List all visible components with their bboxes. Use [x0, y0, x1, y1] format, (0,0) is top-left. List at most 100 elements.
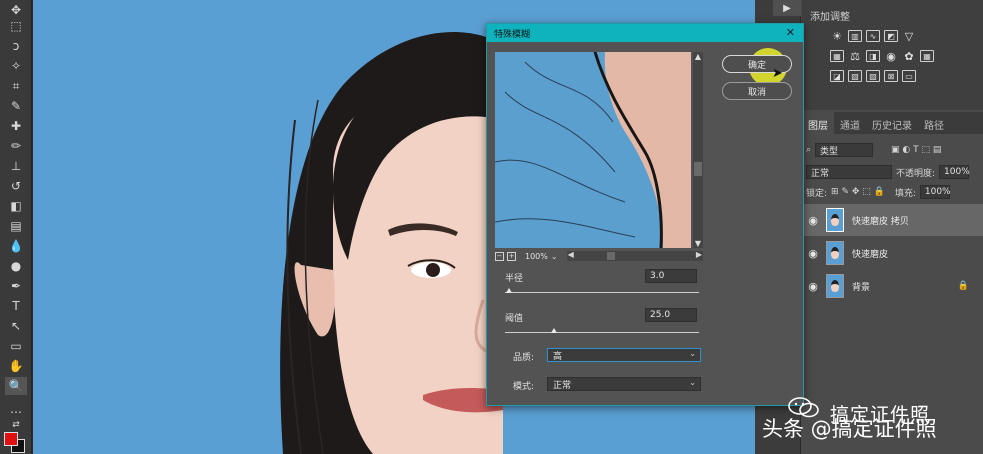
eraser-tool-icon[interactable]: ◧: [5, 197, 27, 215]
scroll-down-icon[interactable]: ▼: [693, 239, 703, 248]
adjustments-row-2: ▦ ⚖ ◨ ◉ ✿ ▦: [830, 50, 934, 63]
layer-name: 背景: [852, 282, 871, 293]
path-selection-tool-icon[interactable]: ↖: [5, 317, 27, 335]
preview-image: [495, 52, 691, 248]
close-icon[interactable]: ✕: [786, 26, 795, 39]
mode-label: 模式:: [513, 382, 535, 392]
preview-horizontal-scrollbar[interactable]: ◀ ▶: [566, 250, 703, 261]
fill-value: 100%: [924, 187, 951, 197]
preview-vertical-scroll-thumb[interactable]: [694, 162, 702, 176]
mode-select[interactable]: 正常 ⌄: [547, 377, 701, 391]
color-balance-icon[interactable]: ⚖: [848, 50, 862, 63]
gradient-tool-icon[interactable]: ▤: [5, 217, 27, 235]
threshold-slider-handle[interactable]: [550, 328, 557, 333]
layer-row[interactable]: ◉ 快速磨皮 拷贝: [802, 204, 983, 236]
pen-tool-icon[interactable]: ✒: [5, 277, 27, 295]
zoom-out-icon[interactable]: −: [495, 251, 504, 261]
scroll-right-icon[interactable]: ▶: [696, 250, 702, 259]
adjustments-panel: 添加调整 ☀ ▥ ∿ ◩ ▽ ▦ ⚖ ◨ ◉ ✿ ▦ ◪ ▧ ▨ ⊠ ▭: [802, 0, 983, 110]
adjustments-row-1: ☀ ▥ ∿ ◩ ▽: [830, 30, 916, 43]
invert-icon[interactable]: ◪: [830, 70, 844, 82]
radius-input[interactable]: 3.0: [645, 269, 697, 283]
quality-select[interactable]: 高 ⌄: [547, 348, 701, 362]
layer-filter-select[interactable]: 类型: [815, 143, 874, 157]
blur-tool-icon[interactable]: 💧: [5, 237, 27, 255]
blend-opacity-row: 正常 不透明度: 100%: [806, 164, 979, 180]
tab-paths[interactable]: 路径: [918, 112, 950, 134]
opacity-input[interactable]: 100%: [939, 165, 970, 179]
brush-tool-icon[interactable]: ✏: [5, 137, 27, 155]
fill-input[interactable]: 100%: [919, 185, 951, 199]
type-tool-icon[interactable]: T: [5, 297, 27, 315]
dodge-tool-icon[interactable]: ●: [5, 257, 27, 275]
tab-layers[interactable]: 图层: [802, 112, 834, 134]
cancel-button[interactable]: 取消: [722, 82, 792, 100]
posterize-icon[interactable]: ▧: [848, 70, 862, 82]
preview-zoom-level: 100%: [525, 251, 548, 261]
eyedropper-tool-icon[interactable]: ✎: [5, 97, 27, 115]
selective-color-icon[interactable]: ⊠: [884, 70, 898, 82]
foreground-color-swatch[interactable]: [4, 432, 18, 446]
crop-tool-icon[interactable]: ⌗: [5, 77, 27, 95]
vibrance-icon[interactable]: ▽: [902, 30, 916, 43]
gradient-map-icon[interactable]: ▭: [902, 70, 916, 82]
layer-row[interactable]: ◉ 快速磨皮: [802, 237, 983, 269]
dialog-title-bar[interactable]: 特殊模糊 ✕: [487, 24, 803, 42]
rectangle-tool-icon[interactable]: ▭: [5, 337, 27, 355]
layer-filter-value: 类型: [820, 146, 839, 157]
tab-channels[interactable]: 通道: [834, 112, 866, 134]
lock-options-icons[interactable]: ⊞ ✎ ✥ ⬚ 🔒: [831, 187, 885, 197]
layer-lock-icon[interactable]: 🔒: [958, 281, 969, 291]
magic-wand-tool-icon[interactable]: ✧: [5, 57, 27, 75]
radius-slider-track[interactable]: [505, 292, 699, 293]
lock-fill-row: 锁定: ⊞ ✎ ✥ ⬚ 🔒 填充: 100%: [806, 184, 979, 200]
levels-icon[interactable]: ▥: [848, 30, 862, 42]
color-lookup-icon[interactable]: ▦: [920, 50, 934, 62]
threshold-slider-track[interactable]: [505, 332, 699, 333]
scroll-up-icon[interactable]: ▲: [693, 52, 703, 61]
hand-tool-icon[interactable]: ✋: [5, 357, 27, 375]
lock-label: 锁定:: [806, 188, 828, 199]
layer-name: 快速磨皮 拷贝: [852, 216, 909, 227]
play-action-icon[interactable]: ▶: [773, 0, 801, 16]
threshold-icon[interactable]: ▨: [866, 70, 880, 82]
zoom-tool-icon[interactable]: 🔍: [5, 377, 27, 395]
threshold-input[interactable]: 25.0: [645, 308, 697, 322]
exposure-icon[interactable]: ◩: [884, 30, 898, 42]
filter-type-icons[interactable]: ▣ ◐ T ⬚ ▤: [891, 145, 941, 155]
adjustments-row-3: ◪ ▧ ▨ ⊠ ▭: [830, 70, 916, 82]
tab-history[interactable]: 历史记录: [866, 112, 918, 134]
brightness-contrast-icon[interactable]: ☀: [830, 30, 844, 43]
visibility-eye-icon[interactable]: ◉: [802, 247, 824, 260]
zoom-in-icon[interactable]: +: [507, 251, 516, 261]
channel-mixer-icon[interactable]: ✿: [902, 50, 916, 63]
photo-filter-icon[interactable]: ◉: [884, 50, 898, 63]
marquee-tool-icon[interactable]: ⬚: [5, 17, 27, 35]
black-white-icon[interactable]: ◨: [866, 50, 880, 62]
layer-thumbnail: [826, 274, 844, 298]
filter-preview[interactable]: [495, 52, 691, 248]
radius-label: 半径: [505, 274, 524, 284]
lasso-tool-icon[interactable]: ↄ: [5, 37, 27, 55]
chevron-down-icon: ⌄: [689, 378, 696, 387]
layer-row[interactable]: ◉ 背景 🔒: [802, 270, 983, 302]
curves-icon[interactable]: ∿: [866, 30, 880, 42]
fill-label: 填充:: [894, 188, 916, 199]
radius-slider-handle[interactable]: [505, 288, 512, 293]
clone-stamp-tool-icon[interactable]: ⊥: [5, 157, 27, 175]
threshold-value: 25.0: [650, 310, 671, 320]
preview-horizontal-scroll-thumb[interactable]: [606, 252, 615, 260]
zoom-chevron-down-icon[interactable]: ⌄: [551, 252, 558, 261]
layer-thumbnail: [826, 208, 844, 232]
layer-thumbnail: [826, 241, 844, 265]
history-brush-tool-icon[interactable]: ↺: [5, 177, 27, 195]
preview-vertical-scrollbar[interactable]: ▲ ▼: [693, 52, 703, 248]
visibility-eye-icon[interactable]: ◉: [802, 214, 824, 227]
blend-mode-select[interactable]: 正常: [806, 165, 892, 179]
filter-search-icon: ⌕: [806, 145, 812, 155]
hue-saturation-icon[interactable]: ▦: [830, 50, 844, 62]
visibility-eye-icon[interactable]: ◉: [802, 280, 824, 293]
healing-brush-tool-icon[interactable]: ✚: [5, 117, 27, 135]
scroll-left-icon[interactable]: ◀: [568, 250, 574, 259]
dialog-title: 特殊模糊: [494, 30, 531, 40]
